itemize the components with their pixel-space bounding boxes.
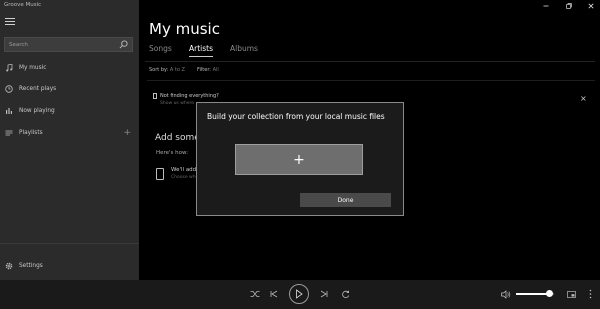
play-icon[interactable]	[289, 284, 309, 304]
sidebar: Groove Music My music Recent plays Now p…	[0, 0, 139, 280]
done-button[interactable]: Done	[300, 193, 391, 207]
volume-slider-fill[interactable]	[516, 293, 550, 295]
app-title: Groove Music	[4, 2, 42, 8]
build-collection-dialog: Build your collection from your local mu…	[196, 102, 404, 216]
heres-how-label: Here's how:	[156, 150, 189, 156]
sort-dropdown[interactable]: Sort by: A to Z	[149, 67, 185, 73]
add-music-heading: Add some	[155, 133, 200, 143]
volume-icon[interactable]	[500, 289, 511, 299]
tab-artists[interactable]: Artists	[189, 44, 213, 53]
more-options-icon[interactable]	[586, 288, 594, 300]
mini-view-icon[interactable]	[566, 289, 577, 299]
phone-icon	[156, 168, 164, 180]
page-title: My music	[149, 20, 220, 38]
sidebar-item-label: Settings	[19, 263, 43, 269]
gear-icon	[5, 262, 13, 270]
filter-value: All	[212, 67, 219, 73]
sidebar-item-playlists[interactable]: Playlists +	[0, 126, 139, 140]
sidebar-divider	[0, 243, 139, 244]
previous-icon[interactable]	[269, 289, 279, 299]
banner-title[interactable]: Not finding everything?	[160, 93, 219, 99]
filter-label: Filter:	[197, 67, 211, 73]
shuffle-icon[interactable]	[249, 289, 261, 299]
sort-label: Sort by:	[149, 67, 169, 73]
search-box[interactable]	[4, 37, 133, 52]
sort-value: A to Z	[169, 67, 185, 73]
search-input[interactable]	[5, 38, 115, 51]
sidebar-item-now-playing[interactable]: Now playing	[0, 104, 139, 118]
list-icon	[5, 129, 13, 137]
device-icon	[153, 93, 157, 99]
plus-icon[interactable]: +	[123, 128, 131, 138]
banner-link[interactable]: Show us where	[160, 101, 194, 106]
add-folder-button[interactable]: +	[235, 144, 363, 175]
search-icon[interactable]	[119, 40, 128, 49]
sidebar-item-label: Playlists	[19, 130, 43, 136]
step-title: We'll add	[171, 167, 197, 173]
minimize-icon[interactable]	[540, 1, 552, 10]
tab-albums[interactable]: Albums	[230, 44, 258, 53]
sidebar-item-recent-plays[interactable]: Recent plays	[0, 82, 139, 96]
dialog-title: Build your collection from your local mu…	[207, 112, 385, 121]
sidebar-item-label: Recent plays	[19, 86, 57, 92]
restore-icon[interactable]	[563, 1, 575, 10]
repeat-icon[interactable]	[340, 289, 351, 300]
sidebar-item-label: My music	[19, 65, 47, 71]
banner-divider	[147, 80, 595, 81]
tab-divider	[145, 61, 595, 62]
volume-slider-thumb[interactable]	[546, 290, 553, 297]
sidebar-item-my-music[interactable]: My music	[0, 61, 139, 75]
next-icon[interactable]	[319, 289, 329, 299]
sidebar-item-label: Now playing	[19, 108, 55, 114]
music-note-icon	[5, 64, 13, 72]
sidebar-item-settings[interactable]: Settings	[0, 259, 139, 273]
filter-dropdown[interactable]: Filter: All	[197, 67, 219, 73]
plus-icon: +	[293, 151, 305, 168]
dismiss-banner-icon[interactable]: ×	[580, 95, 587, 103]
active-tab-indicator	[189, 56, 213, 57]
hamburger-menu-icon[interactable]	[5, 18, 15, 26]
player-bar	[0, 280, 600, 309]
equalizer-icon	[5, 107, 13, 115]
clock-icon	[5, 85, 13, 93]
tab-songs[interactable]: Songs	[149, 44, 172, 53]
close-icon[interactable]	[585, 1, 597, 10]
